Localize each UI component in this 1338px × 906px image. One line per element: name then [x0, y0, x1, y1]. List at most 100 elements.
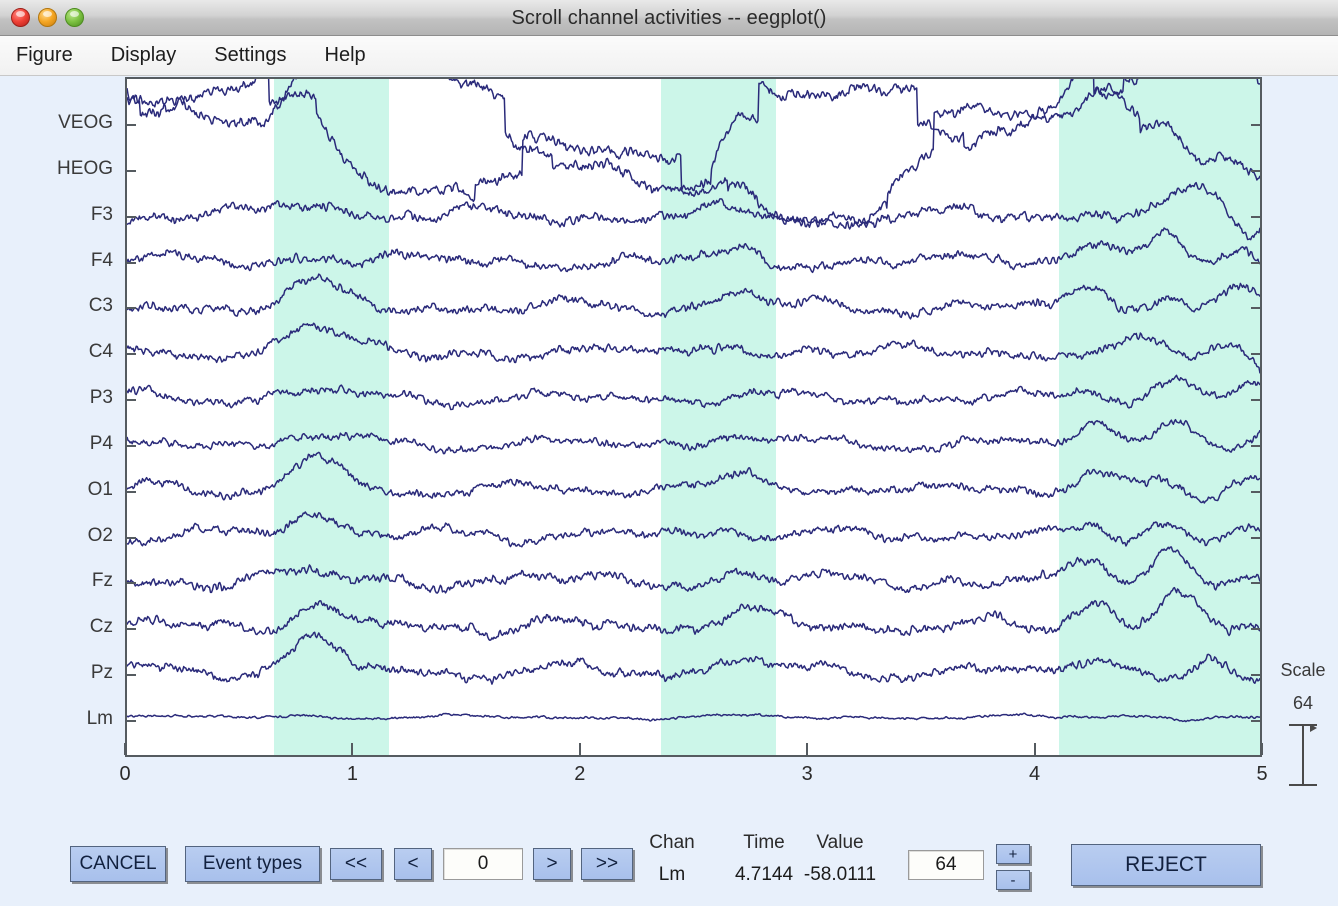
eeg-trace	[127, 511, 1260, 548]
scale-ruler-icon	[1285, 724, 1321, 786]
y-axis-tick	[127, 674, 136, 677]
y-axis-tick	[1251, 490, 1260, 493]
menu-item-figure[interactable]: Figure	[14, 42, 89, 70]
channel-label-cz[interactable]: Cz	[90, 616, 113, 638]
y-axis-tick	[127, 307, 136, 310]
y-axis-tick	[127, 536, 136, 539]
eeg-trace	[127, 273, 1260, 320]
x-axis-tick	[1033, 743, 1036, 755]
y-axis-tick	[127, 490, 136, 493]
x-axis-tick-label: 3	[801, 763, 813, 785]
menu-item-settings[interactable]: Settings	[212, 42, 302, 70]
channel-label-c4[interactable]: C4	[89, 341, 113, 363]
cancel-button[interactable]: CANCEL	[70, 846, 166, 882]
channel-label-veog[interactable]: VEOG	[58, 112, 113, 134]
eeg-trace	[127, 546, 1260, 594]
y-axis-tick	[127, 582, 136, 585]
channel-label-heog[interactable]: HEOG	[57, 158, 113, 180]
scale-value: 64	[1292, 693, 1314, 713]
y-axis-tick	[1251, 720, 1260, 722]
y-axis-tick	[1251, 215, 1260, 218]
increase-scale-button[interactable]: +	[996, 844, 1030, 864]
x-axis-tick	[124, 743, 126, 755]
time-header: Time	[743, 832, 785, 853]
position-input[interactable]: 0	[443, 848, 523, 880]
y-axis-tick	[1251, 536, 1260, 539]
x-axis-tick-label: 0	[119, 763, 131, 785]
x-axis-tick-label: 2	[574, 763, 586, 785]
x-axis-tick-label: 4	[1029, 763, 1041, 785]
y-axis-tick	[127, 720, 136, 722]
y-axis-tick	[1251, 124, 1260, 126]
y-axis-tick	[127, 353, 136, 356]
window-title: Scroll channel activities -- eegplot()	[511, 7, 827, 29]
channel-label-p3[interactable]: P3	[90, 387, 113, 409]
y-axis-tick	[1251, 399, 1260, 402]
eeg-trace	[127, 712, 1260, 723]
x-axis-tick-label: 1	[346, 763, 358, 785]
channel-label-f4[interactable]: F4	[91, 250, 113, 272]
y-axis-tick	[1251, 353, 1260, 356]
eegplot-window: Scroll channel activities -- eegplot() F…	[0, 0, 1338, 906]
page-forward-button[interactable]: >>	[581, 848, 633, 880]
spacing-input[interactable]: 64	[908, 850, 984, 880]
y-axis-tick	[1251, 307, 1260, 310]
eeg-trace-layer	[127, 79, 1260, 723]
y-axis-tick	[127, 169, 136, 172]
y-axis-tick	[127, 261, 136, 264]
menu-bar: Figure Display Settings Help	[0, 36, 1338, 76]
x-axis-tick	[806, 743, 809, 755]
decrease-scale-button[interactable]: -	[996, 870, 1030, 890]
scale-label: Scale	[1280, 660, 1326, 680]
eeg-trace	[127, 418, 1260, 455]
eeg-trace	[127, 586, 1260, 642]
y-axis-tick	[1251, 628, 1260, 631]
menu-item-display[interactable]: Display	[109, 42, 193, 70]
y-axis-tick	[127, 124, 136, 126]
chan-value: Lm	[658, 864, 686, 885]
eeg-trace	[127, 374, 1260, 411]
value-value: -58.0111	[803, 864, 877, 885]
channel-label-o1[interactable]: O1	[88, 479, 113, 501]
x-axis: 0 1 2 3 4 5	[119, 743, 1268, 817]
control-bar: CANCEL Event types << < 0 > >> Chan Time…	[0, 828, 1338, 906]
y-axis-tick	[127, 399, 136, 402]
eeg-trace	[127, 631, 1260, 685]
y-axis-tick	[1251, 582, 1260, 585]
channel-label-c3[interactable]: C3	[89, 295, 113, 317]
event-types-button[interactable]: Event types	[185, 846, 320, 882]
y-axis-tick	[1251, 261, 1260, 264]
time-value: 4.7144	[734, 864, 794, 885]
y-axis-tick	[1251, 674, 1260, 677]
y-axis-tick	[127, 628, 136, 631]
y-axis-tick	[1251, 444, 1260, 447]
title-bar: Scroll channel activities -- eegplot()	[0, 0, 1338, 36]
channel-label-o2[interactable]: O2	[88, 525, 113, 547]
reject-button[interactable]: REJECT	[1071, 844, 1261, 886]
y-axis-tick	[1251, 169, 1260, 172]
x-axis-tick	[351, 743, 354, 755]
value-header: Value	[816, 832, 864, 853]
x-axis-tick	[578, 743, 581, 755]
channel-label-pz[interactable]: Pz	[91, 662, 113, 684]
x-axis-tick-label: 5	[1256, 763, 1268, 785]
y-axis-tick	[127, 215, 136, 218]
channel-label-column: VEOG HEOG F3 F4 C3 C4 P3 P4 O1 O2 Fz Cz Pz Lm	[0, 77, 119, 757]
menu-item-help[interactable]: Help	[323, 42, 382, 70]
scale-indicator: Scale 64	[1268, 660, 1338, 786]
step-forward-button[interactable]: >	[533, 848, 571, 880]
eeg-plot-axes[interactable]	[125, 77, 1262, 757]
y-axis-tick	[127, 444, 136, 447]
channel-label-fz[interactable]: Fz	[92, 570, 113, 592]
channel-label-p4[interactable]: P4	[90, 433, 113, 455]
eeg-trace	[127, 451, 1260, 504]
x-axis-tick	[1261, 743, 1263, 755]
eeg-trace	[127, 79, 1260, 230]
chan-header: Chan	[649, 832, 695, 853]
eeg-trace	[127, 322, 1260, 374]
page-back-button[interactable]: <<	[330, 848, 382, 880]
eeg-trace	[127, 227, 1260, 274]
step-back-button[interactable]: <	[394, 848, 432, 880]
channel-label-f3[interactable]: F3	[91, 204, 113, 226]
channel-label-lm[interactable]: Lm	[87, 708, 113, 730]
